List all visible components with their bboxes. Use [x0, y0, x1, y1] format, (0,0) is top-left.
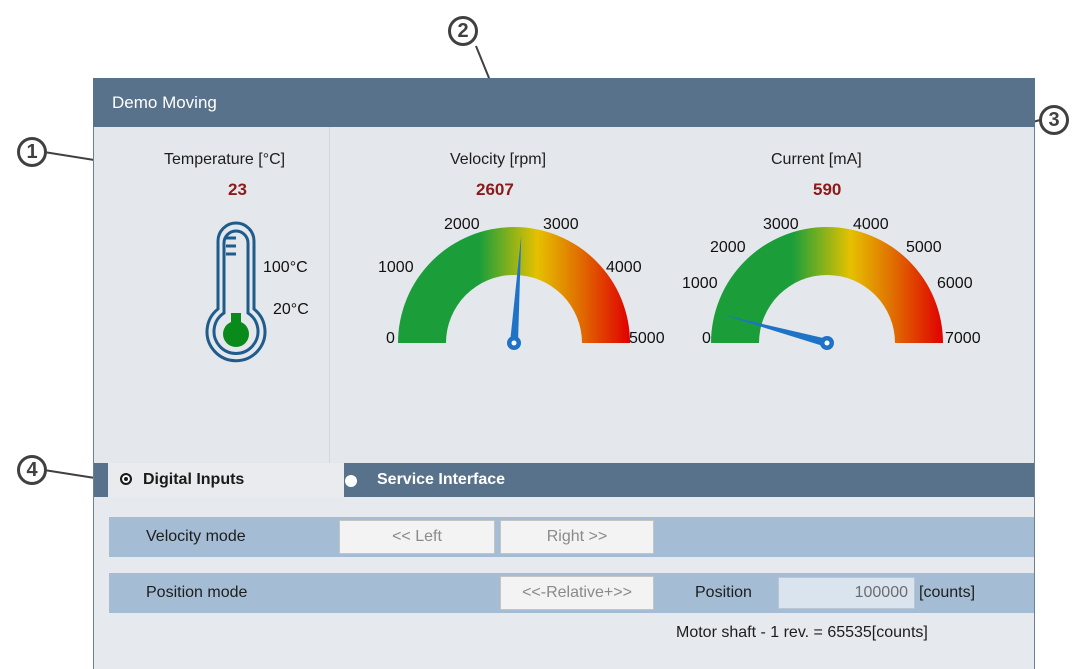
current-tick: 3000 — [763, 216, 799, 233]
velocity-mode-label: Velocity mode — [146, 528, 246, 545]
tab-label: Digital Inputs — [143, 471, 245, 488]
velocity-value: 2607 — [476, 180, 514, 199]
velocity-tick: 4000 — [606, 259, 642, 276]
temperature-scale-high: 100°C — [263, 259, 308, 276]
divider — [329, 127, 330, 463]
velocity-tick: 3000 — [543, 216, 579, 233]
temperature-value: 23 — [228, 180, 247, 199]
move-right-button[interactable]: Right >> — [500, 520, 654, 554]
current-tick: 4000 — [853, 216, 889, 233]
gauge-hub-center — [511, 340, 517, 346]
gauge-hub-center — [824, 340, 830, 346]
tab-digital-inputs[interactable]: Digital Inputs — [108, 463, 344, 497]
radio-unselected-icon — [345, 475, 357, 487]
velocity-gauge — [398, 227, 630, 350]
current-tick: 7000 — [945, 330, 981, 347]
callout-marker: 3 — [1039, 105, 1069, 135]
current-tick: 1000 — [682, 275, 718, 292]
current-tick: 5000 — [906, 239, 942, 256]
temperature-scale-low: 20°C — [273, 301, 309, 318]
position-input[interactable]: 100000 — [778, 577, 915, 609]
motor-shaft-note: Motor shaft - 1 rev. = 65535[counts] — [676, 624, 928, 641]
current-value: 590 — [813, 180, 842, 199]
panel-title: Demo Moving — [93, 78, 1035, 127]
radio-selected-icon — [120, 473, 132, 485]
velocity-tick: 1000 — [378, 259, 414, 276]
callout-marker: 1 — [17, 137, 47, 167]
mode-tabbar: Digital Inputs Service Interface — [94, 463, 1034, 497]
velocity-tick: 0 — [386, 330, 395, 347]
callout-marker: 4 — [17, 455, 47, 485]
velocity-tick: 5000 — [629, 330, 665, 347]
callout-marker: 2 — [448, 16, 478, 46]
tab-label: Service Interface — [377, 471, 506, 488]
temperature-title: Temperature [°C] — [164, 151, 286, 168]
velocity-mode-row: Velocity mode << Left Right >> — [109, 517, 1034, 557]
position-unit: [counts] — [919, 584, 976, 601]
velocity-title: Velocity [rpm] — [450, 151, 547, 168]
current-tick: 2000 — [710, 239, 746, 256]
current-title: Current [mA] — [771, 151, 862, 168]
relative-move-button[interactable]: <<-Relative+>> — [500, 576, 654, 610]
velocity-tick: 2000 — [444, 216, 480, 233]
move-left-button[interactable]: << Left — [339, 520, 495, 554]
current-tick: 0 — [702, 330, 711, 347]
position-mode-row: Position mode <<-Relative+>> Position 10… — [109, 573, 1034, 613]
thermometer-icon — [205, 221, 267, 363]
current-tick: 6000 — [937, 275, 973, 292]
position-label: Position — [695, 584, 752, 601]
tab-service-interface[interactable]: Service Interface — [345, 463, 505, 497]
position-mode-label: Position mode — [146, 584, 248, 601]
